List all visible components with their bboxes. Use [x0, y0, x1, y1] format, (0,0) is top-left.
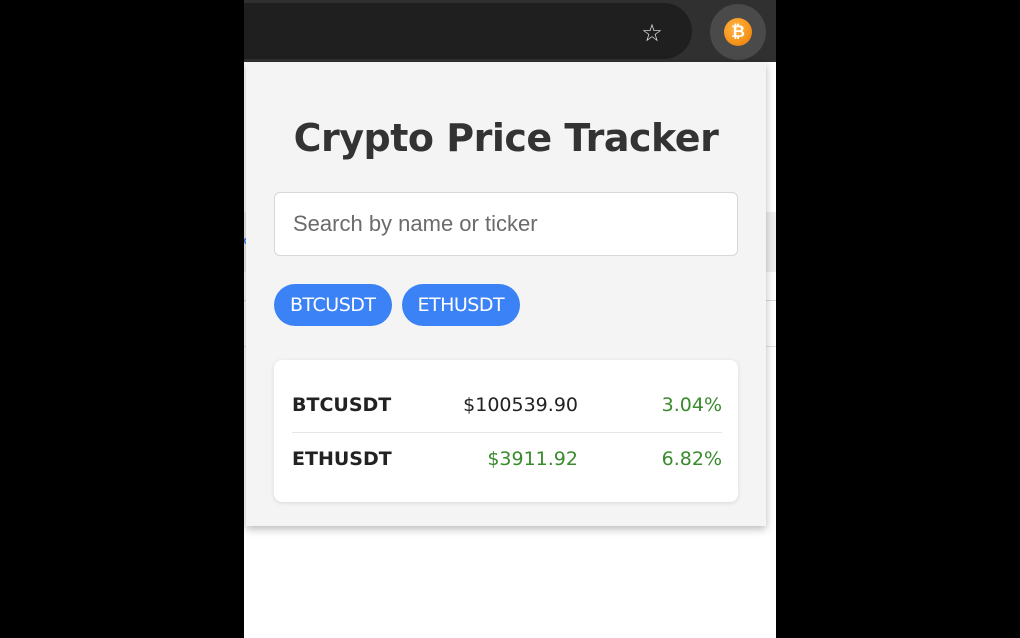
- browser-toolbar: ☆ ₿: [244, 0, 776, 62]
- change-percent: 6.82%: [661, 448, 722, 470]
- symbol-label: ETHUSDT: [292, 448, 392, 470]
- price-list: BTCUSDT $100539.90 3.04% ETHUSDT $3911.9…: [274, 360, 738, 502]
- symbol-label: BTCUSDT: [292, 394, 392, 416]
- change-percent: 3.04%: [661, 394, 722, 416]
- star-icon[interactable]: ☆: [638, 19, 666, 47]
- search-input[interactable]: [274, 192, 738, 256]
- chip-btcusdt[interactable]: BTCUSDT: [274, 284, 392, 326]
- bitcoin-icon: ₿: [724, 18, 752, 46]
- chip-ethusdt[interactable]: ETHUSDT: [401, 284, 521, 326]
- address-bar[interactable]: ☆: [244, 3, 692, 59]
- watchlist-chips: BTCUSDT ETHUSDT: [274, 284, 521, 326]
- browser-window: ‹ ☆ ₿ Crypto Price Tracker BTCUSDT ETHUS…: [244, 0, 776, 638]
- extension-button[interactable]: ₿: [710, 4, 766, 60]
- price-row: ETHUSDT $3911.92 6.82%: [292, 432, 722, 486]
- extension-popup: Crypto Price Tracker BTCUSDT ETHUSDT BTC…: [246, 62, 766, 526]
- price-value: $100539.90: [463, 394, 578, 416]
- popup-title: Crypto Price Tracker: [293, 116, 719, 160]
- price-value: $3911.92: [487, 448, 578, 470]
- price-row: BTCUSDT $100539.90 3.04%: [292, 378, 722, 433]
